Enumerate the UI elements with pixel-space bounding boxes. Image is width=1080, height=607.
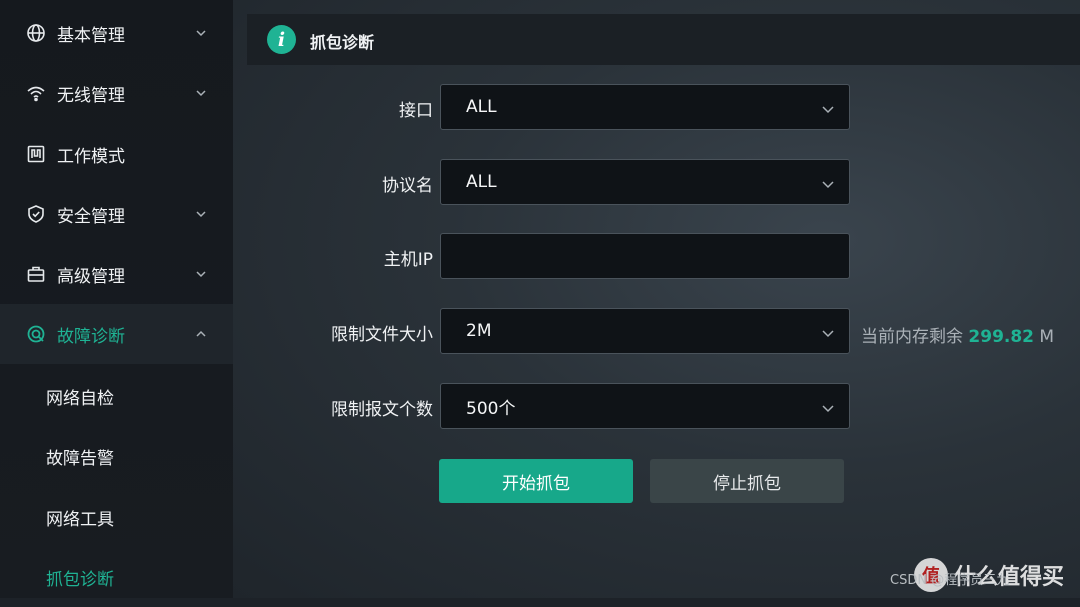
sidebar-subitem-label: 网络自检	[46, 388, 114, 409]
sidebar-item-wireless[interactable]: 无线管理	[0, 63, 233, 123]
sidebar: 基本管理 无线管理 工作模式 安全管理 高级管理 故障诊断 网络自检 故障告警 …	[0, 0, 233, 598]
shield-icon	[26, 204, 46, 224]
memory-prefix: 当前内存剩余	[861, 327, 963, 347]
globe-icon	[26, 23, 46, 43]
sidebar-item-basic[interactable]: 基本管理	[0, 3, 233, 63]
host-ip-input[interactable]	[440, 233, 850, 279]
chevron-down-icon	[194, 207, 208, 221]
host-ip-label: 主机IP	[383, 250, 433, 270]
sidebar-subitem-capture[interactable]: 抓包诊断	[0, 547, 233, 607]
packet-count-label: 限制报文个数	[331, 400, 433, 420]
sidebar-item-advanced[interactable]: 高级管理	[0, 244, 233, 304]
chevron-down-icon	[194, 86, 208, 100]
start-capture-button[interactable]: 开始抓包	[439, 459, 633, 503]
main-panel: i 抓包诊断 接口 ALL 协议名 ALL 主机IP 限制文件大小 2M 当前内…	[233, 0, 1080, 598]
memory-value: 299.82	[968, 327, 1035, 347]
file-size-label: 限制文件大小	[331, 325, 433, 345]
sidebar-subitem-label: 抓包诊断	[46, 569, 114, 590]
watermark: CSDN @程序员三九 值 什么值得买	[890, 555, 1080, 595]
watermark-source: CSDN @程序员三九	[890, 573, 1010, 588]
sidebar-item-label: 基本管理	[57, 25, 125, 46]
interface-select[interactable]: ALL	[440, 84, 850, 130]
wifi-icon	[26, 83, 46, 103]
sidebar-subitem-tools[interactable]: 网络工具	[0, 487, 233, 547]
chevron-down-icon	[194, 267, 208, 281]
mode-icon	[26, 144, 46, 164]
memory-remaining-note: 当前内存剩余 299.82 M	[861, 322, 1054, 347]
interface-label: 接口	[399, 101, 433, 121]
sidebar-subitem-self-check[interactable]: 网络自检	[0, 366, 233, 426]
sidebar-subitem-label: 网络工具	[46, 509, 114, 530]
chevron-down-icon	[194, 26, 208, 40]
sidebar-item-label: 高级管理	[57, 266, 125, 287]
page-title: 抓包诊断	[310, 33, 375, 52]
file-size-select[interactable]: 2M	[440, 308, 850, 354]
chevron-down-icon	[821, 176, 835, 190]
chevron-down-icon	[821, 325, 835, 339]
protocol-value: ALL	[466, 172, 497, 192]
sidebar-subitem-alarm[interactable]: 故障告警	[0, 426, 233, 486]
chevron-down-icon	[821, 101, 835, 115]
sidebar-item-label: 故障诊断	[57, 326, 125, 347]
toolbox-icon	[26, 264, 46, 284]
info-icon: i	[267, 25, 296, 54]
packet-count-value: 500个	[466, 398, 516, 419]
sidebar-item-label: 安全管理	[57, 206, 125, 227]
protocol-label: 协议名	[382, 176, 433, 196]
diagnosis-icon	[26, 324, 46, 344]
file-size-value: 2M	[466, 321, 492, 341]
chevron-down-icon	[821, 400, 835, 414]
memory-unit: M	[1039, 327, 1055, 347]
sidebar-subitem-label: 故障告警	[46, 448, 114, 469]
sidebar-item-label: 工作模式	[57, 146, 125, 167]
stop-capture-button[interactable]: 停止抓包	[650, 459, 844, 503]
sidebar-item-label: 无线管理	[57, 85, 125, 106]
sidebar-item-mode[interactable]: 工作模式	[0, 124, 233, 184]
sidebar-item-security[interactable]: 安全管理	[0, 184, 233, 244]
interface-value: ALL	[466, 97, 497, 117]
packet-count-select[interactable]: 500个	[440, 383, 850, 429]
sidebar-item-diagnosis[interactable]: 故障诊断	[0, 304, 233, 364]
protocol-select[interactable]: ALL	[440, 159, 850, 205]
page-header: i 抓包诊断	[247, 14, 1080, 65]
chevron-up-icon	[194, 327, 208, 341]
